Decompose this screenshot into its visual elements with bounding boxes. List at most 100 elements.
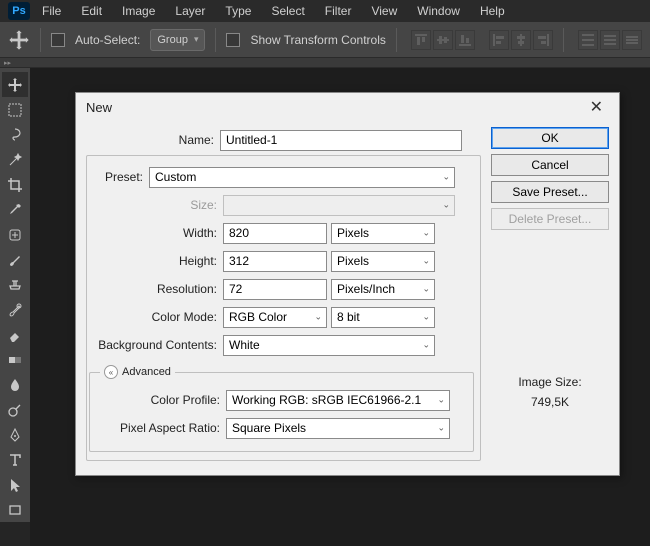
tool-type[interactable]: [2, 447, 28, 472]
tool-magic-wand[interactable]: [2, 147, 28, 172]
dialog-close-button[interactable]: ✕: [584, 95, 609, 119]
separator: [215, 28, 216, 52]
tool-dodge[interactable]: [2, 397, 28, 422]
tool-crop[interactable]: [2, 172, 28, 197]
toolbox: [0, 68, 30, 522]
resolution-unit-value: Pixels/Inch: [337, 282, 395, 296]
image-size-label: Image Size:: [491, 375, 609, 389]
height-label: Height:: [89, 254, 223, 268]
resolution-input[interactable]: [223, 279, 327, 300]
tool-pen[interactable]: [2, 422, 28, 447]
tool-gradient[interactable]: [2, 347, 28, 372]
ok-button[interactable]: OK: [491, 127, 609, 149]
height-input[interactable]: [223, 251, 327, 272]
chevron-down-icon: ⌄: [422, 284, 430, 295]
menubar: Ps File Edit Image Layer Type Select Fil…: [0, 0, 650, 22]
collapse-icon: «: [104, 365, 118, 379]
auto-select-checkbox[interactable]: [51, 33, 65, 47]
color-depth-dropdown[interactable]: 8 bit ⌄: [331, 307, 435, 328]
dialog-titlebar: New ✕: [76, 93, 619, 121]
align-right-icon[interactable]: [533, 30, 553, 50]
tool-path-selection[interactable]: [2, 472, 28, 497]
pixel-aspect-label: Pixel Aspect Ratio:: [92, 421, 226, 435]
advanced-toggle[interactable]: « Advanced: [100, 365, 175, 379]
color-profile-dropdown[interactable]: Working RGB: sRGB IEC61966-2.1 ⌄: [226, 390, 450, 411]
show-transform-label: Show Transform Controls: [250, 33, 385, 47]
tool-brush[interactable]: [2, 247, 28, 272]
image-size-block: Image Size: 749,5K: [491, 375, 609, 409]
size-dropdown: ⌄: [223, 195, 455, 216]
width-label: Width:: [89, 226, 223, 240]
preset-label: Preset:: [89, 170, 149, 184]
menu-image[interactable]: Image: [114, 4, 163, 18]
menu-edit[interactable]: Edit: [73, 4, 110, 18]
tool-healing-brush[interactable]: [2, 222, 28, 247]
cancel-button[interactable]: Cancel: [491, 154, 609, 176]
chevron-down-icon: ⌄: [314, 312, 322, 323]
height-unit-value: Pixels: [337, 254, 369, 268]
align-group-1: [411, 30, 475, 50]
preset-dropdown[interactable]: Custom ⌄: [149, 167, 455, 188]
chevron-down-icon: ⌄: [442, 172, 450, 183]
preset-fieldset: Preset: Custom ⌄ Size: ⌄ Width:: [86, 155, 481, 461]
new-document-dialog: New ✕ Name: Preset: Custom ⌄ Size:: [75, 92, 620, 476]
distribute-group: [578, 30, 642, 50]
auto-select-type-dropdown[interactable]: Group ▾: [150, 29, 205, 51]
separator: [396, 28, 397, 52]
tool-move[interactable]: [2, 72, 28, 97]
separator: [40, 28, 41, 52]
advanced-fieldset: « Advanced Color Profile: Working RGB: s…: [89, 372, 474, 452]
distribute-1-icon[interactable]: [578, 30, 598, 50]
tool-eraser[interactable]: [2, 322, 28, 347]
show-transform-checkbox[interactable]: [226, 33, 240, 47]
tool-clone-stamp[interactable]: [2, 272, 28, 297]
height-unit-dropdown[interactable]: Pixels ⌄: [331, 251, 435, 272]
menu-view[interactable]: View: [363, 4, 405, 18]
tool-history-brush[interactable]: [2, 297, 28, 322]
advanced-label: Advanced: [122, 366, 171, 378]
width-input[interactable]: [223, 223, 327, 244]
tool-rectangle[interactable]: [2, 497, 28, 522]
resolution-unit-dropdown[interactable]: Pixels/Inch ⌄: [331, 279, 435, 300]
chevron-down-icon: ⌄: [437, 395, 445, 406]
menu-select[interactable]: Select: [263, 4, 312, 18]
chevron-down-icon: ⌄: [422, 228, 430, 239]
pixel-aspect-dropdown[interactable]: Square Pixels ⌄: [226, 418, 450, 439]
save-preset-button[interactable]: Save Preset...: [491, 181, 609, 203]
menu-file[interactable]: File: [34, 4, 69, 18]
align-top-icon[interactable]: [411, 30, 431, 50]
color-mode-value: RGB Color: [229, 310, 287, 324]
color-profile-value: Working RGB: sRGB IEC61966-2.1: [232, 393, 421, 407]
image-size-value: 749,5K: [491, 395, 609, 409]
color-depth-value: 8 bit: [337, 310, 360, 324]
tool-blur[interactable]: [2, 372, 28, 397]
align-bottom-icon[interactable]: [455, 30, 475, 50]
menu-window[interactable]: Window: [409, 4, 468, 18]
tool-lasso[interactable]: [2, 122, 28, 147]
tool-indicator-move-icon: [8, 29, 30, 51]
bg-contents-dropdown[interactable]: White ⌄: [223, 335, 435, 356]
align-left-icon[interactable]: [489, 30, 509, 50]
menu-help[interactable]: Help: [472, 4, 513, 18]
align-vcenter-icon[interactable]: [433, 30, 453, 50]
align-group-2: [489, 30, 553, 50]
align-hcenter-icon[interactable]: [511, 30, 531, 50]
menu-type[interactable]: Type: [217, 4, 259, 18]
options-bar: Auto-Select: Group ▾ Show Transform Cont…: [0, 22, 650, 58]
menu-filter[interactable]: Filter: [317, 4, 360, 18]
width-unit-dropdown[interactable]: Pixels ⌄: [331, 223, 435, 244]
delete-preset-button: Delete Preset...: [491, 208, 609, 230]
name-input[interactable]: [220, 130, 462, 151]
distribute-3-icon[interactable]: [622, 30, 642, 50]
resolution-label: Resolution:: [89, 282, 223, 296]
tool-eyedropper[interactable]: [2, 197, 28, 222]
color-profile-label: Color Profile:: [92, 393, 226, 407]
color-mode-dropdown[interactable]: RGB Color ⌄: [223, 307, 327, 328]
separator: [563, 28, 564, 52]
auto-select-label: Auto-Select:: [75, 33, 140, 47]
menu-layer[interactable]: Layer: [167, 4, 213, 18]
tool-marquee[interactable]: [2, 97, 28, 122]
distribute-2-icon[interactable]: [600, 30, 620, 50]
app-logo: Ps: [8, 2, 30, 20]
chevron-down-icon: ⌄: [437, 423, 445, 434]
